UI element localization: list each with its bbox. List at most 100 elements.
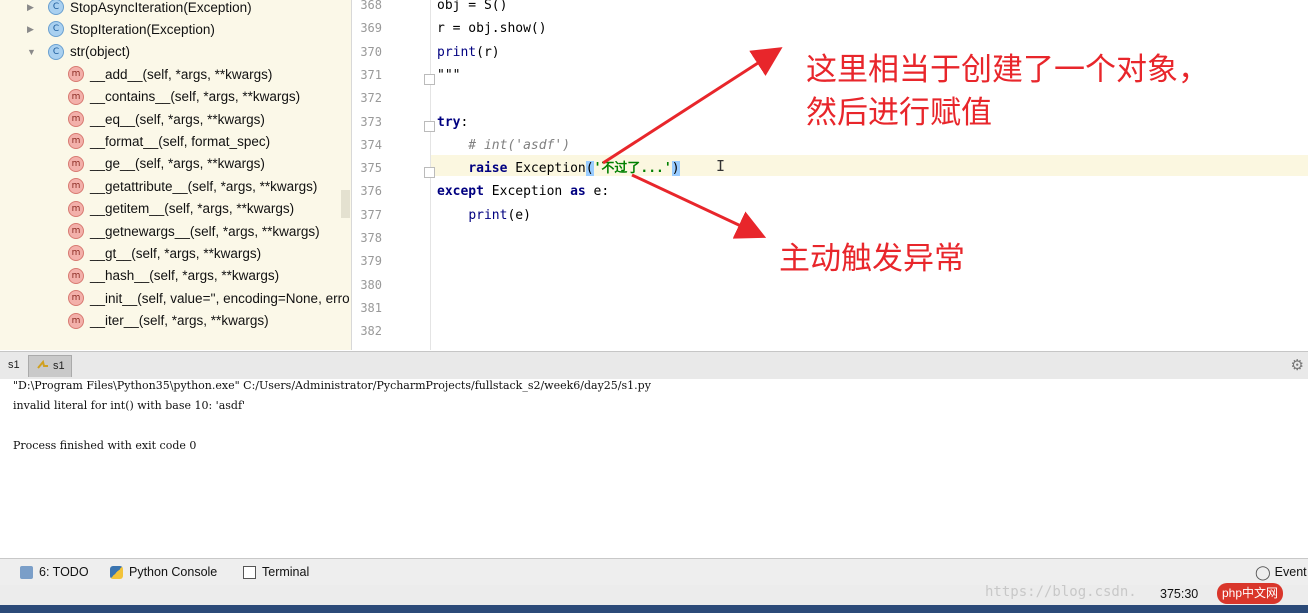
fold-marker-icon[interactable] xyxy=(424,120,435,132)
python-console-label: Python Console xyxy=(129,565,218,579)
line-number: 377 xyxy=(360,207,382,222)
line-number: 368 xyxy=(360,0,382,12)
code-line[interactable]: raise Exception('不过了...') xyxy=(437,159,680,179)
terminal-tool-button[interactable]: Terminal xyxy=(243,563,309,581)
line-number: 382 xyxy=(360,324,382,339)
structure-item-label: __getattribute__(self, *args, **kwargs) xyxy=(90,178,318,194)
structure-class-item[interactable]: ▶ C StopIteration(Exception) xyxy=(0,18,215,40)
class-icon: C xyxy=(48,0,64,15)
structure-item-label: __hash__(self, *args, **kwargs) xyxy=(90,268,280,284)
structure-method-item[interactable]: m __eq__(self, *args, **kwargs) xyxy=(0,108,265,130)
structure-scrollbar[interactable] xyxy=(341,190,350,218)
watermark-text: https://blog.csdn. xyxy=(985,584,1137,600)
console-line: invalid literal for int() with base 10: … xyxy=(13,399,246,412)
method-icon: m xyxy=(68,88,84,105)
expand-arrow-closed-icon[interactable]: ▶ xyxy=(27,2,37,13)
run-tab-label: s1 xyxy=(53,360,65,372)
method-icon: m xyxy=(68,66,84,83)
line-number: 373 xyxy=(360,114,382,129)
php-logo: php中文网 xyxy=(1217,583,1284,604)
structure-item-label: StopIteration(Exception) xyxy=(70,21,215,37)
caret-position[interactable]: 375:30 xyxy=(1160,587,1198,601)
structure-item-label: __format__(self, format_spec) xyxy=(90,133,271,149)
expand-arrow-open-icon[interactable]: ▼ xyxy=(27,47,37,57)
structure-method-item[interactable]: m __getattribute__(self, *args, **kwargs) xyxy=(0,175,317,197)
line-number: 379 xyxy=(360,254,382,269)
structure-class-item[interactable]: ▶ C StopAsyncIteration(Exception) xyxy=(0,0,252,18)
code-line[interactable]: try: xyxy=(437,113,468,133)
structure-item-label: __eq__(self, *args, **kwargs) xyxy=(90,111,265,127)
run-tab-s1-inactive[interactable]: s1 xyxy=(2,355,26,376)
structure-method-item[interactable]: m __getnewargs__(self, *args, **kwargs) xyxy=(0,220,320,242)
structure-method-item[interactable]: m __format__(self, format_spec) xyxy=(0,130,270,152)
structure-item-label: __add__(self, *args, **kwargs) xyxy=(90,66,273,82)
bottom-tool-window-bar: 6: TODO Python Console Terminal ◯ Event xyxy=(0,558,1308,585)
python-console-icon xyxy=(110,565,123,579)
structure-item-label: __getnewargs__(self, *args, **kwargs) xyxy=(90,223,320,239)
line-number: 370 xyxy=(360,44,382,59)
method-icon: m xyxy=(68,223,84,239)
method-icon: m xyxy=(68,245,84,262)
structure-method-item[interactable]: m __iter__(self, *args, **kwargs) xyxy=(0,310,269,332)
line-number: 371 xyxy=(360,67,382,82)
method-icon: m xyxy=(68,312,84,329)
structure-class-item[interactable]: ▼ Cstr(object) xyxy=(0,41,130,63)
settings-gear-icon[interactable]: ⚙ xyxy=(1291,356,1304,374)
line-number: 376 xyxy=(360,184,382,199)
line-number: 381 xyxy=(360,300,382,315)
run-console-output[interactable]: "D:\Program Files\Python35\python.exe" C… xyxy=(0,379,1308,557)
fold-marker-icon[interactable] xyxy=(424,167,435,179)
code-line[interactable]: print(r) xyxy=(437,43,500,63)
fold-marker-icon[interactable] xyxy=(424,73,435,85)
line-number: 374 xyxy=(360,137,382,152)
structure-method-item[interactable]: m __getitem__(self, *args, **kwargs) xyxy=(0,198,294,220)
console-line: Process finished with exit code 0 xyxy=(13,439,197,452)
structure-method-item[interactable]: m __contains__(self, *args, **kwargs) xyxy=(0,86,300,108)
structure-item-label: __iter__(self, *args, **kwargs) xyxy=(90,313,269,329)
console-line: "D:\Program Files\Python35\python.exe" C… xyxy=(13,379,651,392)
line-number: 375 xyxy=(360,161,382,176)
structure-item-label: __init__(self, value='', encoding=None, … xyxy=(90,290,350,306)
event-log-tool-button[interactable]: ◯ Event xyxy=(1255,563,1307,581)
python-console-tool-button[interactable]: Python Console xyxy=(110,563,217,581)
structure-item-label: __contains__(self, *args, **kwargs) xyxy=(90,89,301,105)
line-number: 372 xyxy=(360,91,382,106)
structure-method-item[interactable]: m __hash__(self, *args, **kwargs) xyxy=(0,265,279,287)
code-line[interactable]: # int('asdf') xyxy=(437,136,570,156)
method-icon: m xyxy=(68,290,84,307)
structure-item-label: StopAsyncIteration(Exception) xyxy=(70,0,252,15)
line-number: 380 xyxy=(360,277,382,292)
annotation-object-line2: 然后进行赋值 xyxy=(806,95,992,131)
annotation-raise: 主动触发异常 xyxy=(779,241,965,277)
method-icon: m xyxy=(68,155,84,172)
line-number: 369 xyxy=(360,21,382,36)
code-line[interactable]: print(e) xyxy=(437,206,531,226)
structure-panel: ▶ C StopAsyncIteration(Exception) ▶ C StopIte… xyxy=(0,0,352,350)
structure-item-label: __getitem__(self, *args, **kwargs) xyxy=(90,201,295,217)
structure-method-item[interactable]: m __gt__(self, *args, **kwargs) xyxy=(0,242,261,264)
structure-method-item[interactable]: m __add__(self, *args, **kwargs) xyxy=(0,63,272,85)
method-icon: m xyxy=(68,178,84,195)
structure-method-item[interactable]: m __init__(self, value='', encoding=None,… xyxy=(0,287,350,309)
terminal-icon xyxy=(243,565,256,579)
code-line[interactable]: r = obj.show() xyxy=(437,19,547,39)
method-icon: m xyxy=(68,111,84,127)
code-line[interactable]: obj = S() xyxy=(437,0,507,16)
code-line[interactable]: except Exception as e: xyxy=(437,182,609,202)
run-tool-window-tabs: s1 s1 ⚙ xyxy=(0,351,1308,380)
event-log-icon: ◯ xyxy=(1255,564,1271,580)
todo-icon xyxy=(20,565,33,579)
todo-tool-button[interactable]: 6: TODO xyxy=(20,563,89,581)
class-icon: C xyxy=(48,21,64,38)
annotation-object-line1: 这里相当于创建了一个对象， xyxy=(806,52,1209,88)
python-run-icon xyxy=(37,360,48,369)
class-icon: C xyxy=(48,43,64,60)
code-line[interactable]: """ xyxy=(437,66,460,86)
text-cursor-icon: I xyxy=(716,157,726,175)
method-icon: m xyxy=(68,267,84,284)
method-icon: m xyxy=(68,133,84,150)
line-number: 378 xyxy=(360,231,382,245)
structure-method-item[interactable]: m __ge__(self, *args, **kwargs) xyxy=(0,153,265,175)
structure-item-label: __gt__(self, *args, **kwargs) xyxy=(90,245,262,261)
expand-arrow-closed-icon[interactable]: ▶ xyxy=(27,24,37,35)
